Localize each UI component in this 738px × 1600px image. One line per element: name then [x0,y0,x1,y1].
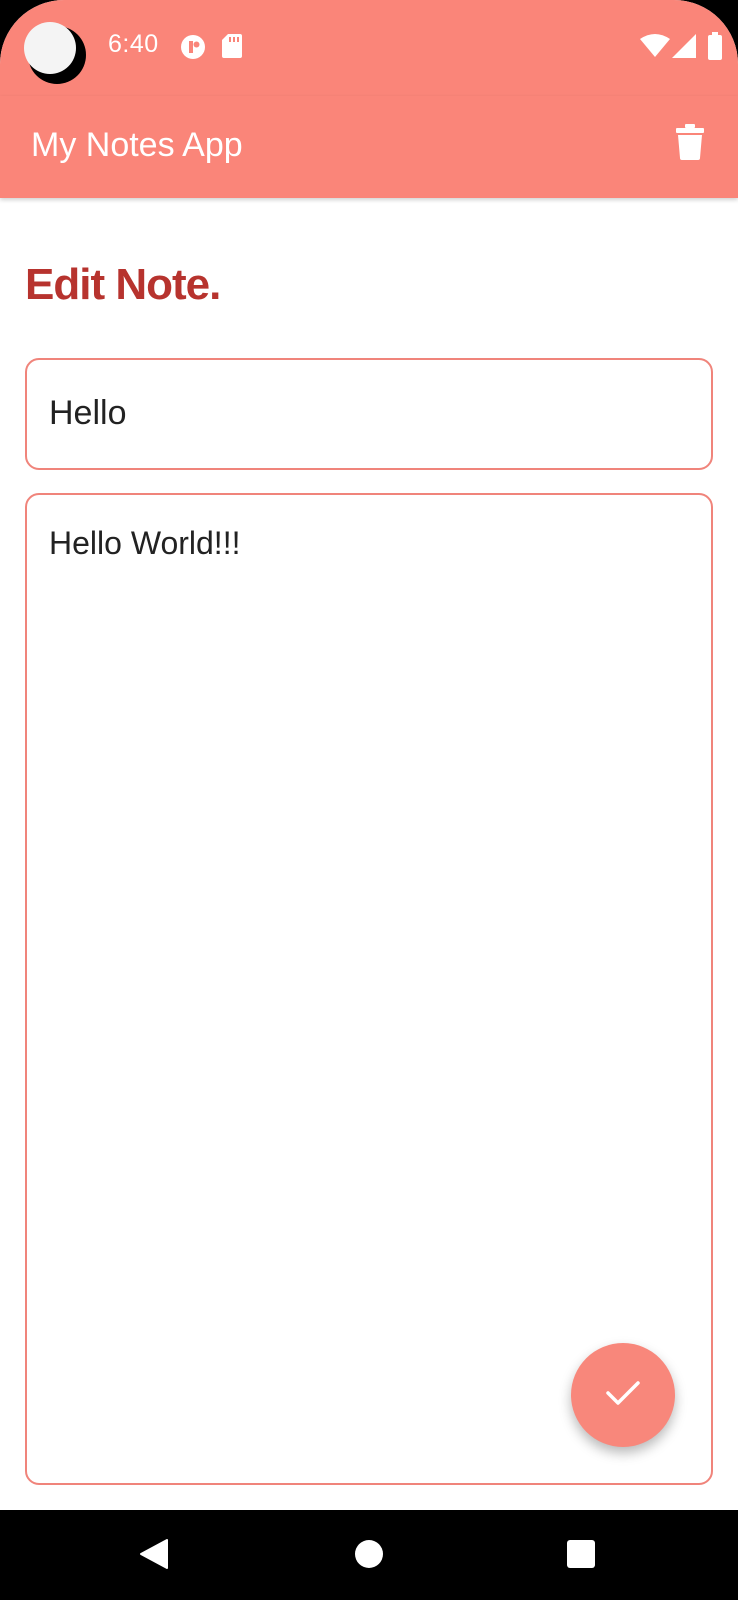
battery-icon [708,32,722,60]
device-screen: 6:40 My Notes App Edit Note. Hello Hello… [0,0,738,1600]
signal-icon [672,34,696,58]
status-time: 6:40 [108,30,159,58]
nav-back-button[interactable] [130,1532,178,1580]
trash-icon [676,123,704,165]
front-camera [24,22,88,86]
notification-r-icon [180,34,206,60]
back-icon [139,1538,169,1575]
recents-icon [567,1539,595,1573]
status-bar: 6:40 [0,0,738,96]
note-title-value: Hello [49,394,127,432]
app-bar: My Notes App [0,96,738,198]
home-icon [354,1539,384,1574]
note-title-field[interactable]: Hello [25,358,713,470]
check-icon [605,1379,641,1412]
delete-note-button[interactable] [666,120,714,168]
page-heading: Edit Note. [25,260,221,309]
note-body-value: Hello World!!! [49,525,241,561]
nav-home-button[interactable] [345,1532,393,1580]
nav-recents-button[interactable] [557,1532,605,1580]
save-note-button[interactable] [571,1343,675,1447]
wifi-icon [640,34,670,58]
navigation-bar [0,1510,738,1600]
sd-card-icon [222,34,242,58]
note-body-field[interactable]: Hello World!!! [25,493,713,1485]
app-title: My Notes App [31,126,243,164]
